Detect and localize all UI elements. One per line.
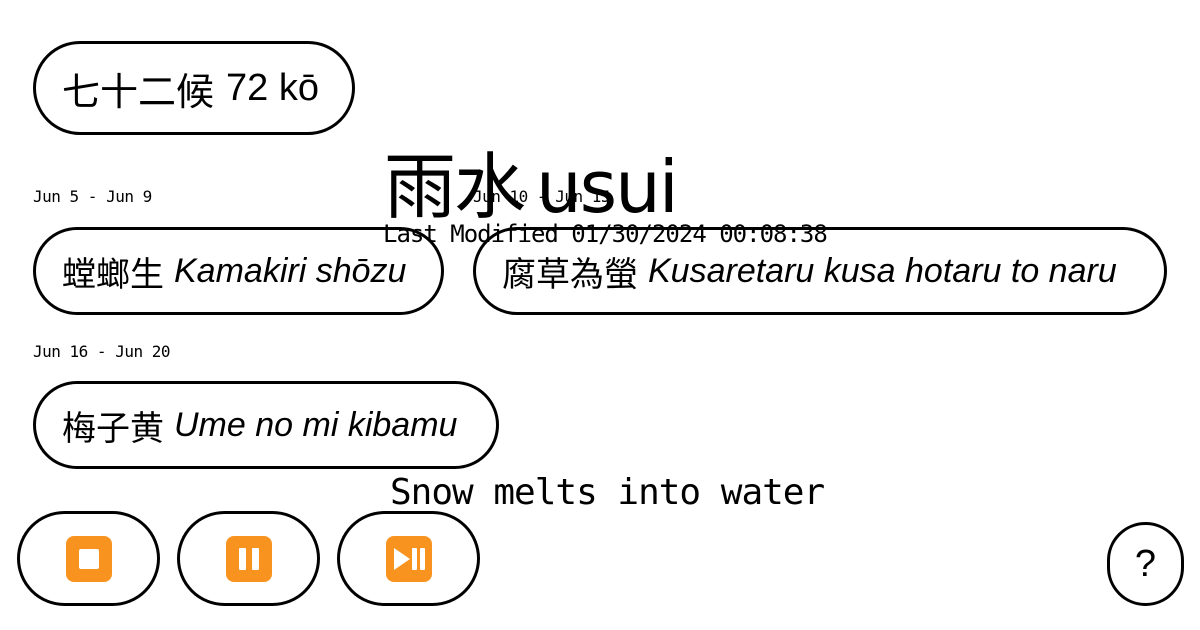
kou-2-romaji: Kusaretaru kusa hotaru to naru <box>648 251 1117 290</box>
pause-button[interactable] <box>177 511 320 606</box>
kou-3-pill[interactable]: 梅子黄 Ume no mi kibamu <box>33 381 499 469</box>
play-pause-icon <box>385 535 432 582</box>
kou-1-dates: Jun 5 - Jun 9 <box>33 187 152 206</box>
pause-icon <box>225 535 272 582</box>
last-modified-text: Last Modified 01/30/2024 00:08:38 <box>383 220 828 248</box>
season-meaning: Snow melts into water <box>390 472 825 513</box>
kou-2-kanji: 腐草為螢 <box>502 254 638 295</box>
kou-3-dates: Jun 16 - Jun 20 <box>33 342 171 361</box>
kou-1-kanji: 螳螂生 <box>62 254 164 295</box>
play-pause-button[interactable] <box>337 511 480 606</box>
kou-3-romaji: Ume no mi kibamu <box>174 405 458 444</box>
app-title-romaji: 72 kō <box>226 66 319 109</box>
help-button[interactable]: ? <box>1107 522 1184 606</box>
season-romaji: usui <box>536 145 679 229</box>
kou-3-kanji: 梅子黄 <box>62 408 164 449</box>
stop-button[interactable] <box>17 511 160 606</box>
app-title-pill[interactable]: 七十二候 72 kō <box>33 41 355 135</box>
kou-1-romaji: Kamakiri shōzu <box>174 251 407 290</box>
season-title: 雨水 usui <box>384 128 679 233</box>
stop-icon <box>65 535 112 582</box>
app-title-kanji: 七十二候 <box>62 69 215 114</box>
season-kanji: 雨水 <box>384 145 526 229</box>
